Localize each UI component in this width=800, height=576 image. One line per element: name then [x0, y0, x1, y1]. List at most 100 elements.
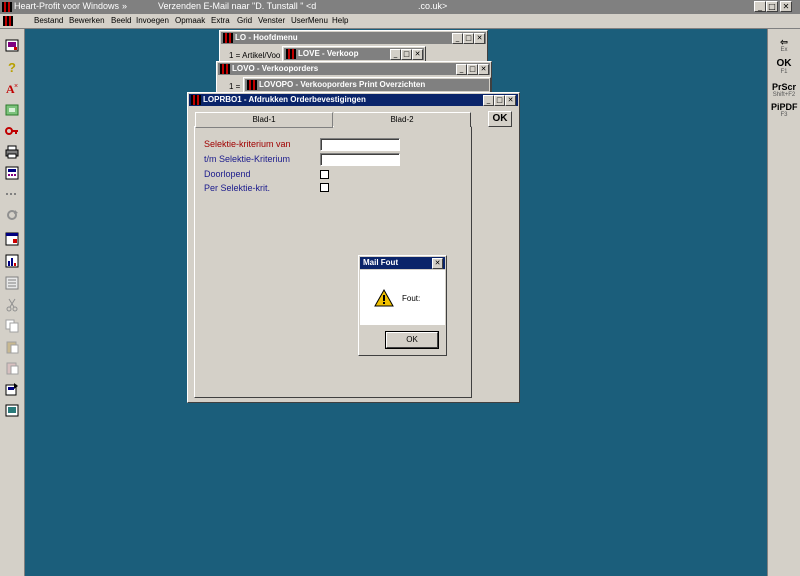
menu-grid[interactable]: Grid — [237, 15, 252, 27]
refresh-icon[interactable] — [5, 208, 19, 222]
menu-opmaak[interactable]: Opmaak — [175, 15, 205, 27]
window-print-overzichten[interactable]: LOVOPO - Verkooporders Print Overzichten — [243, 77, 491, 93]
menu-bestand[interactable]: Bestand — [34, 15, 63, 27]
svg-text:?: ? — [8, 60, 16, 74]
window-afdrukken-title: LOPRBO1 - Afdrukken Orderbevestigingen — [203, 95, 366, 104]
key-icon[interactable] — [5, 124, 19, 138]
prscr-button[interactable]: PrScr Shift+F2 — [771, 82, 797, 100]
doorlopend-checkbox[interactable] — [320, 170, 329, 179]
window-afdrukken-orderbevestigingen[interactable]: LOPRBO1 - Afdrukken Orderbevestigingen _… — [187, 92, 520, 403]
close-button[interactable]: ✕ — [478, 64, 489, 75]
close-button[interactable]: ✕ — [505, 95, 516, 106]
font-icon[interactable]: A × — [5, 81, 19, 96]
dialog-title: Mail Fout — [363, 258, 399, 267]
screen-icon[interactable] — [5, 39, 19, 53]
task-title-end: .co.uk> — [418, 1, 448, 11]
per-selektie-checkbox[interactable] — [320, 183, 329, 192]
maximize-button[interactable]: □ — [463, 33, 474, 44]
maximize-button[interactable]: □ — [401, 49, 412, 60]
window-print-overzichten-title: LOVOPO - Verkooporders Print Overzichten — [259, 80, 426, 89]
help-icon[interactable]: ? — [5, 60, 19, 75]
ok-toolbar-button[interactable]: OK F1 — [771, 59, 797, 77]
app-title-arrows: » — [122, 1, 128, 11]
image-icon[interactable] — [5, 103, 19, 117]
warning-icon — [374, 288, 394, 307]
minimize-button[interactable]: _ — [452, 33, 463, 44]
cut-icon[interactable] — [5, 298, 19, 312]
minimize-button[interactable]: _ — [456, 64, 467, 75]
dialog-close-button[interactable]: ✕ — [432, 258, 443, 269]
chart-icon[interactable] — [5, 254, 19, 268]
menu-help[interactable]: Help — [332, 15, 348, 27]
svg-text:×: × — [14, 83, 18, 90]
exit-shortcut: Ex — [780, 47, 788, 53]
close-button[interactable]: ✕ — [474, 33, 485, 44]
dialog-ok-button[interactable]: OK — [385, 331, 439, 349]
left-toolbar: ? A × — [0, 29, 25, 576]
window-icon[interactable] — [5, 232, 19, 246]
ok-toolbar-label: OK — [776, 58, 792, 69]
window-logo-icon — [286, 49, 296, 59]
calculator-icon[interactable] — [5, 166, 19, 180]
window-verkoop-title: LOVE - Verkoop — [298, 49, 359, 58]
selektie-van-label: Selektie-kriterium van — [204, 139, 291, 149]
window-verkooporders-titlebar[interactable]: LOVO - Verkooporders _ □ ✕ — [218, 63, 490, 75]
form-icon[interactable] — [5, 276, 19, 290]
window-verkoop[interactable]: LOVE - Verkoop _ □ ✕ — [282, 46, 426, 62]
close-button[interactable]: ✕ — [780, 1, 792, 12]
copy-icon[interactable] — [5, 319, 19, 333]
close-button[interactable]: ✕ — [412, 49, 423, 60]
app-logo-icon — [2, 2, 12, 12]
per-selektie-label: Per Selektie-krit. — [204, 183, 271, 193]
pipdf-button[interactable]: PiPDF F3 — [771, 102, 798, 120]
dialog-titlebar[interactable]: Mail Fout ✕ — [360, 257, 445, 269]
tab-blad-2[interactable]: Blad-2 — [334, 112, 471, 127]
minimize-button[interactable]: _ — [390, 49, 401, 60]
exit-button[interactable]: ⇦ Ex — [771, 37, 797, 55]
exit-arrow-icon: ⇦ — [780, 37, 788, 47]
pipdf-shortcut: F3 — [780, 112, 788, 118]
window-verkoop-titlebar[interactable]: LOVE - Verkoop _ □ ✕ — [284, 48, 424, 60]
window-hoofdmenu-titlebar[interactable]: LO - Hoofdmenu _ □ ✕ — [221, 32, 486, 44]
window-logo-icon — [191, 95, 201, 105]
mail-fout-dialog[interactable]: Mail Fout ✕ Fout: OK — [358, 255, 447, 356]
more-icon[interactable] — [5, 187, 19, 201]
paste-icon[interactable] — [5, 340, 19, 354]
menu-venster[interactable]: Venster — [258, 15, 285, 27]
menu-usermenu[interactable]: UserMenu — [291, 15, 328, 27]
minimize-button[interactable]: _ — [754, 1, 766, 12]
maximize-button[interactable]: □ — [766, 1, 778, 12]
app-title-bar: Heart-Profit voor Windows » Verzenden E-… — [0, 0, 800, 14]
print-icon[interactable] — [5, 145, 19, 159]
doc-logo-icon — [3, 16, 13, 26]
preview-icon[interactable] — [5, 404, 19, 418]
maximize-button[interactable]: □ — [494, 95, 505, 106]
ok-button[interactable]: OK — [488, 111, 512, 127]
right-toolbar: ⇦ Ex OK F1 PrScr Shift+F2 PiPDF F3 — [767, 29, 800, 576]
window-logo-icon — [247, 80, 257, 90]
minimize-button[interactable]: _ — [483, 95, 494, 106]
window-hoofdmenu-title: LO - Hoofdmenu — [235, 33, 298, 42]
dialog-message: Fout: — [402, 294, 421, 303]
selektie-van-input[interactable] — [320, 138, 400, 151]
window-afdrukken-titlebar[interactable]: LOPRBO1 - Afdrukken Orderbevestigingen _… — [189, 94, 518, 106]
ok-shortcut: F1 — [780, 69, 788, 75]
menu-invoegen[interactable]: Invoegen — [136, 15, 169, 27]
export-icon[interactable] — [5, 382, 19, 396]
menu-extra[interactable]: Extra — [211, 15, 230, 27]
prscr-label: PrScr — [771, 82, 797, 92]
menu-bewerken[interactable]: Bewerken — [69, 15, 105, 27]
selektie-tm-input[interactable] — [320, 153, 400, 166]
menu-bar: Bestand Bewerken Beeld Invoegen Opmaak E… — [0, 14, 800, 29]
selektie-tm-label: t/m Selektie-Kriterium — [204, 154, 291, 164]
window-print-overzichten-titlebar[interactable]: LOVOPO - Verkooporders Print Overzichten — [245, 79, 489, 91]
maximize-button[interactable]: □ — [467, 64, 478, 75]
tab-blad-1[interactable]: Blad-1 — [195, 112, 333, 128]
task-title: Verzenden E-Mail naar "D. Tunstall " <d — [158, 1, 317, 11]
prscr-shortcut: Shift+F2 — [772, 92, 796, 98]
window-verkooporders-title: LOVO - Verkooporders — [232, 64, 319, 73]
menu-beeld[interactable]: Beeld — [111, 15, 131, 27]
doorlopend-label: Doorlopend — [204, 169, 251, 179]
paste-special-icon[interactable] — [5, 361, 19, 375]
app-title: Heart-Profit voor Windows — [14, 1, 120, 11]
